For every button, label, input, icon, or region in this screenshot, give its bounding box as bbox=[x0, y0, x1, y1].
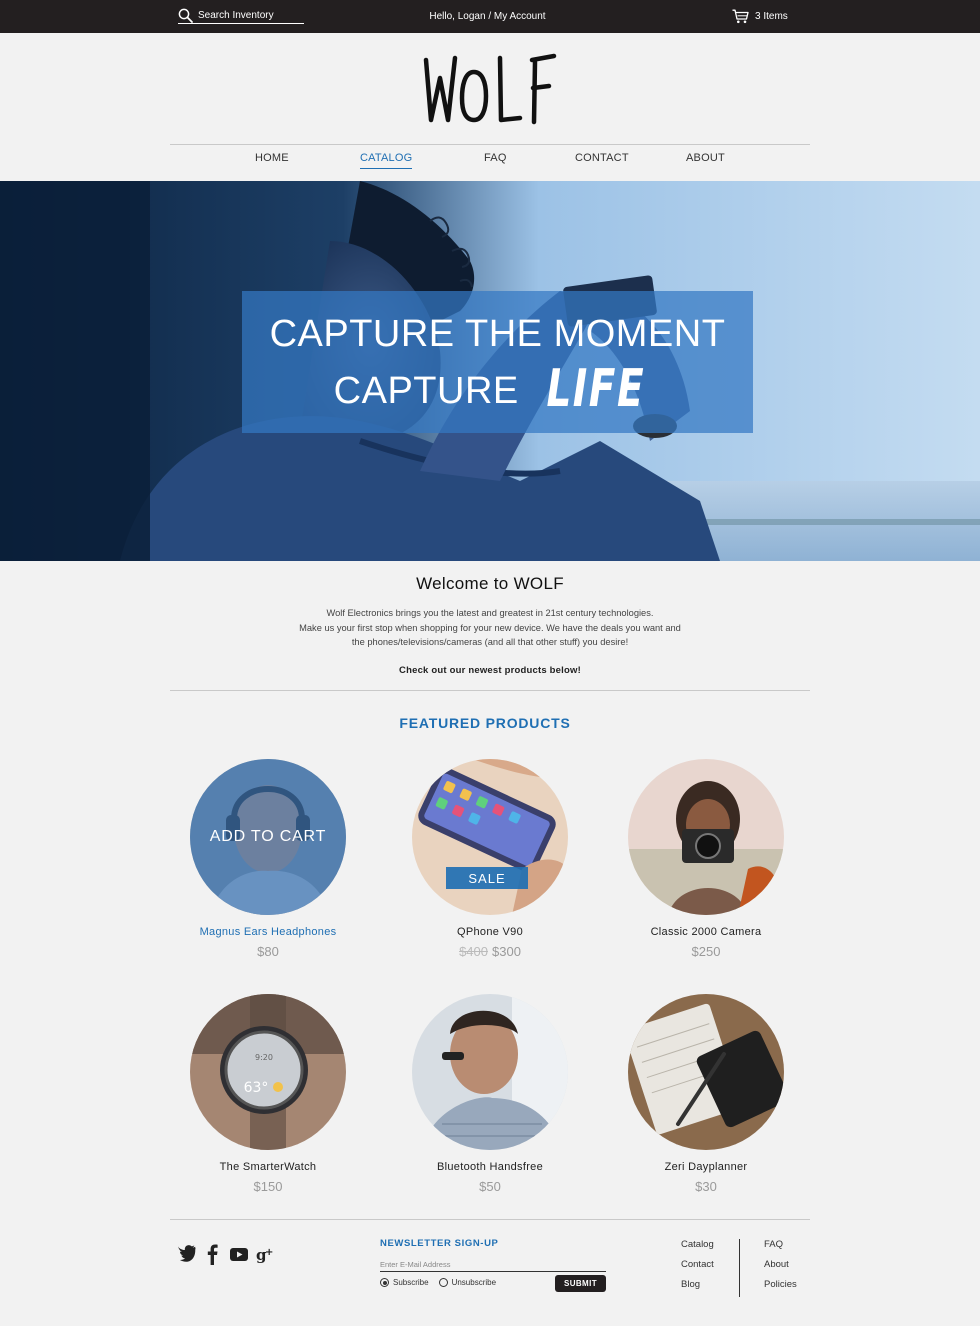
product-price: $150 bbox=[253, 1179, 283, 1194]
watch-temperature: 63° bbox=[244, 1080, 269, 1096]
product-price: $400 $300 bbox=[380, 944, 600, 959]
my-account-link[interactable]: My Account bbox=[494, 11, 546, 22]
hero-headline-line1: CAPTURE THE MOMENT bbox=[269, 313, 726, 355]
footer-link-policies[interactable]: Policies bbox=[764, 1275, 797, 1295]
product-sale-price: $300 bbox=[492, 944, 521, 959]
greeting-separator: / bbox=[485, 11, 494, 22]
product-image-dayplanner[interactable] bbox=[628, 994, 784, 1150]
nav-about[interactable]: ABOUT bbox=[686, 152, 725, 168]
footer-column-divider bbox=[739, 1239, 740, 1297]
welcome-title: Welcome to WOLF bbox=[416, 574, 564, 593]
footer-link-about[interactable]: About bbox=[764, 1255, 797, 1275]
newsletter-title: NEWSLETTER SIGN-UP bbox=[380, 1238, 499, 1249]
footer-links-col1: Catalog Contact Blog bbox=[681, 1235, 714, 1294]
welcome-description: Wolf Electronics brings you the latest a… bbox=[270, 606, 710, 650]
svg-text:+: + bbox=[265, 1247, 273, 1258]
featured-products-title: FEATURED PRODUCTS bbox=[399, 715, 571, 731]
subscription-options: Subscribe Unsubscribe bbox=[380, 1278, 496, 1287]
shopping-cart-icon bbox=[732, 9, 749, 24]
account-greeting: Hello, Logan / My Account bbox=[0, 11, 975, 22]
welcome-line: Make us your first stop when shopping fo… bbox=[299, 622, 681, 633]
product-card-camera[interactable]: Classic 2000 Camera $250 bbox=[596, 759, 816, 959]
product-name[interactable]: Magnus Ears Headphones bbox=[158, 926, 378, 938]
footer-link-blog[interactable]: Blog bbox=[681, 1275, 714, 1295]
newsletter-email-input[interactable] bbox=[380, 1257, 606, 1272]
product-image-smarterwatch[interactable]: 9:20 63° bbox=[190, 994, 346, 1150]
product-name[interactable]: Bluetooth Handsfree bbox=[380, 1161, 600, 1173]
wolf-logo[interactable] bbox=[420, 48, 560, 128]
google-plus-icon[interactable]: g + bbox=[256, 1243, 274, 1265]
hero-headline-accent: LIFE bbox=[546, 359, 645, 419]
product-image-camera[interactable] bbox=[628, 759, 784, 915]
hero-headline-prefix: CAPTURE bbox=[333, 370, 519, 412]
product-card-qphone[interactable]: SALE QPhone V90 $400 $300 bbox=[380, 759, 600, 959]
hero-headline-line2: CAPTURE LIFE bbox=[242, 359, 753, 419]
product-name[interactable]: Zeri Dayplanner bbox=[596, 1161, 816, 1173]
footer-divider bbox=[170, 1219, 810, 1220]
product-price: $50 bbox=[479, 1179, 501, 1194]
footer-link-faq[interactable]: FAQ bbox=[764, 1235, 797, 1255]
subscribe-radio[interactable] bbox=[380, 1278, 389, 1287]
nav-contact[interactable]: CONTACT bbox=[575, 152, 629, 168]
add-to-cart-button[interactable]: ADD TO CART bbox=[190, 759, 346, 915]
product-price: $250 bbox=[691, 944, 721, 959]
product-card-dayplanner[interactable]: Zeri Dayplanner $30 bbox=[596, 994, 816, 1194]
top-bar: Hello, Logan / My Account 3 Items bbox=[0, 0, 980, 33]
greeting-text: Hello, Logan bbox=[429, 11, 486, 22]
welcome-cta: Check out our newest products below! bbox=[399, 665, 581, 676]
product-image-headphones[interactable]: ADD TO CART bbox=[190, 759, 346, 915]
facebook-icon[interactable] bbox=[204, 1243, 222, 1265]
product-card-headphones[interactable]: ADD TO CART Magnus Ears Headphones $80 bbox=[158, 759, 378, 959]
welcome-line: the phones/televisions/cameras (and all … bbox=[351, 637, 629, 647]
dayplanner-photo bbox=[628, 994, 784, 1150]
hero-headline-box: CAPTURE THE MOMENT CAPTURE LIFE bbox=[242, 291, 753, 433]
unsubscribe-radio[interactable] bbox=[438, 1278, 448, 1287]
product-price: $80 bbox=[257, 944, 279, 959]
nav-faq[interactable]: FAQ bbox=[484, 152, 507, 168]
handsfree-photo bbox=[412, 994, 568, 1150]
product-name[interactable]: QPhone V90 bbox=[380, 926, 600, 938]
footer-link-contact[interactable]: Contact bbox=[681, 1255, 714, 1275]
footer-link-catalog[interactable]: Catalog bbox=[681, 1235, 714, 1255]
subscribe-label[interactable]: Subscribe bbox=[393, 1278, 429, 1287]
youtube-icon[interactable] bbox=[230, 1243, 248, 1265]
cart-count: 3 Items bbox=[755, 11, 788, 22]
footer-links-col2: FAQ About Policies bbox=[764, 1235, 797, 1294]
product-price: $30 bbox=[695, 1179, 717, 1194]
social-links: g + bbox=[177, 1243, 274, 1265]
hero-banner: CAPTURE THE MOMENT CAPTURE LIFE bbox=[0, 181, 980, 561]
sale-badge: SALE bbox=[446, 867, 528, 889]
product-name[interactable]: The SmarterWatch bbox=[158, 1161, 378, 1173]
product-card-smarterwatch[interactable]: 9:20 63° The SmarterWatch $150 bbox=[158, 994, 378, 1194]
product-old-price: $400 bbox=[459, 944, 488, 959]
cart-button[interactable]: 3 Items bbox=[732, 9, 788, 24]
section-divider bbox=[170, 690, 810, 691]
product-image-handsfree[interactable] bbox=[412, 994, 568, 1150]
watch-photo: 9:20 63° bbox=[190, 994, 346, 1150]
camera-photo bbox=[628, 759, 784, 915]
phone-photo bbox=[412, 759, 568, 915]
main-nav: HOME CATALOG FAQ CONTACT ABOUT bbox=[170, 144, 810, 181]
twitter-icon[interactable] bbox=[177, 1243, 196, 1265]
unsubscribe-label[interactable]: Unsubscribe bbox=[452, 1278, 496, 1287]
watch-time: 9:20 bbox=[255, 1053, 273, 1062]
nav-catalog[interactable]: CATALOG bbox=[360, 152, 413, 169]
product-card-handsfree[interactable]: Bluetooth Handsfree $50 bbox=[380, 994, 600, 1194]
product-name[interactable]: Classic 2000 Camera bbox=[596, 926, 816, 938]
product-image-qphone[interactable]: SALE bbox=[412, 759, 568, 915]
nav-home[interactable]: HOME bbox=[255, 152, 289, 168]
welcome-line: Wolf Electronics brings you the latest a… bbox=[326, 608, 654, 618]
newsletter-submit-button[interactable]: SUBMIT bbox=[555, 1275, 606, 1292]
